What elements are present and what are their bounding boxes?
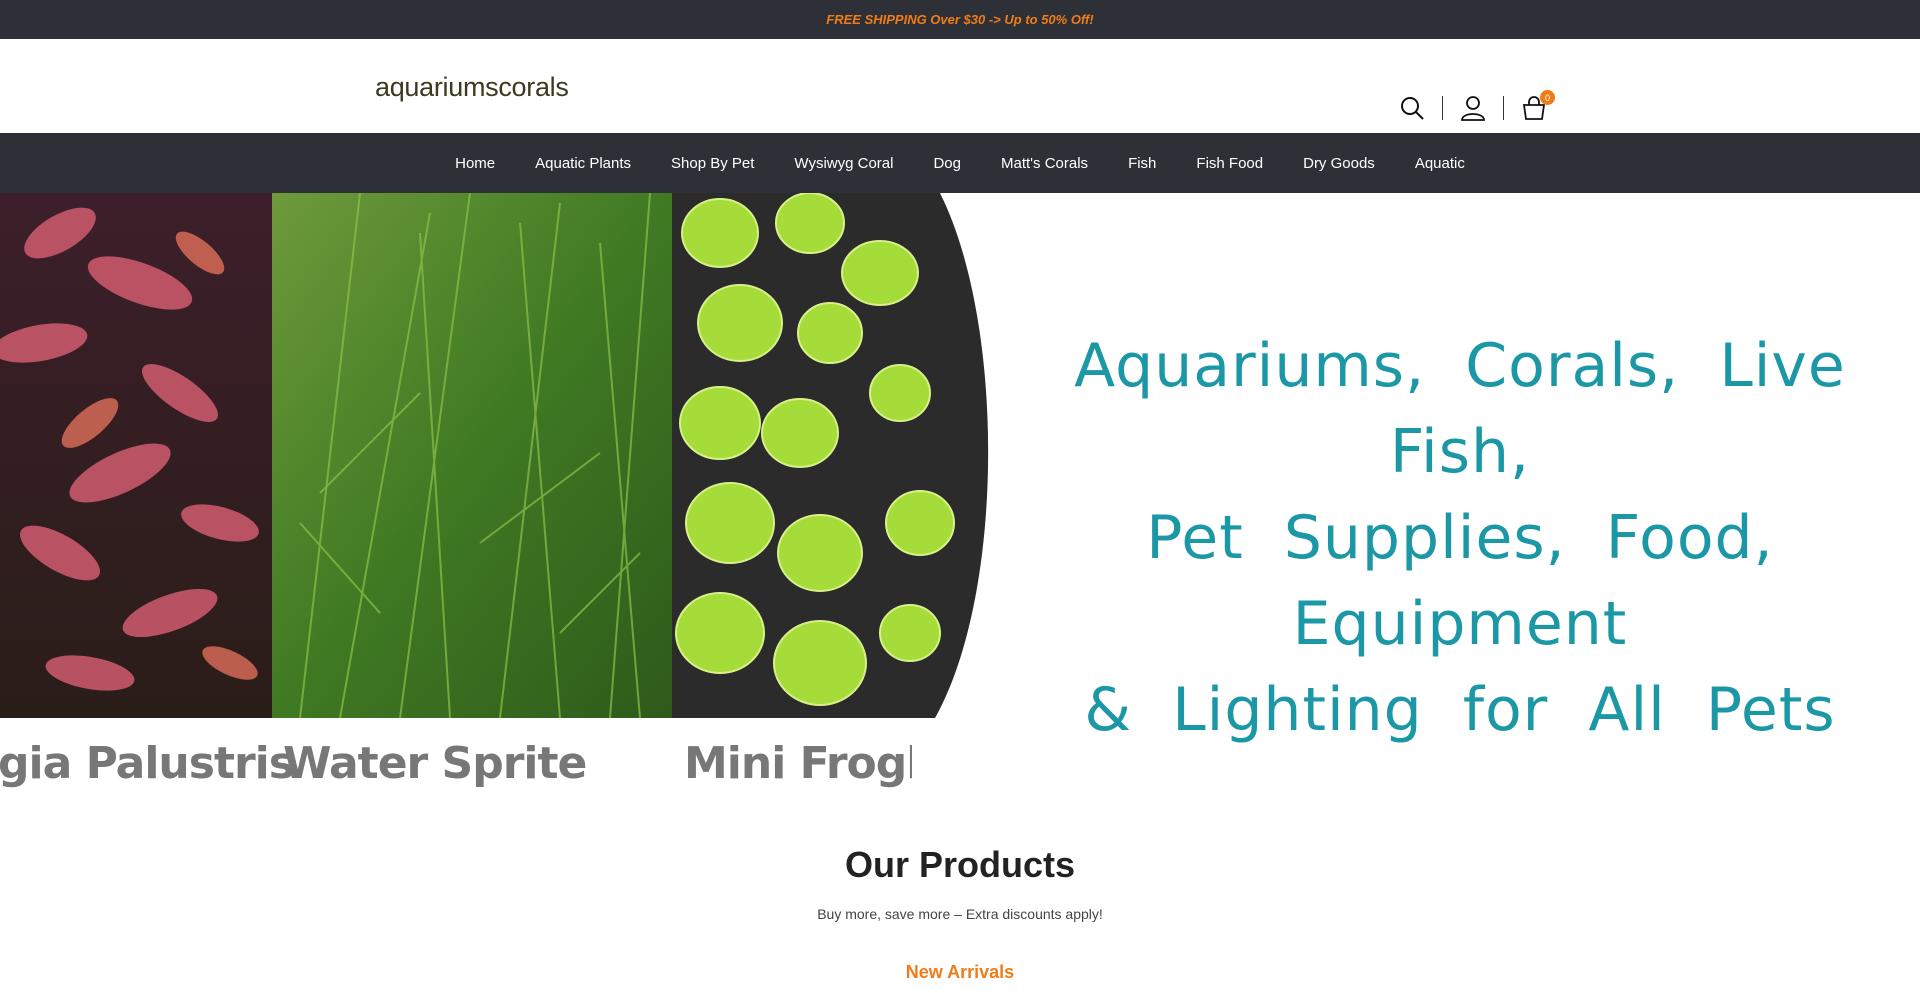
- tab-new-arrivals[interactable]: New Arrivals: [906, 962, 1014, 983]
- divider: [1503, 96, 1504, 120]
- nav-item-dog[interactable]: Dog: [913, 155, 981, 172]
- nav-item-fish[interactable]: Fish: [1108, 155, 1176, 172]
- hero-line-1: Aquariums, Corals, Live Fish,: [1074, 331, 1846, 487]
- nav-item-aquatic[interactable]: Aquatic: [1395, 155, 1485, 172]
- products-title: Our Products: [844, 844, 1076, 885]
- search-button[interactable]: [1396, 92, 1428, 124]
- search-icon: [1401, 97, 1424, 120]
- nav-item-dry-goods[interactable]: Dry Goods: [1283, 155, 1395, 172]
- products-section: Our Products Buy more, save more – Extra…: [0, 838, 1920, 983]
- hero-headline: Aquariums, Corals, Live Fish, Pet Suppli…: [1010, 323, 1910, 753]
- hero-plants-image: [0, 193, 989, 718]
- nav-item-shop-by-pet[interactable]: Shop By Pet: [651, 155, 774, 172]
- main-nav: Home Aquatic Plants Shop By Pet Wysiwyg …: [0, 133, 1920, 193]
- divider: [1442, 96, 1443, 120]
- plant-label-water-sprite: Water Sprite: [283, 738, 587, 789]
- account-button[interactable]: [1457, 92, 1489, 124]
- cart-button[interactable]: 0: [1518, 90, 1555, 124]
- announcement-text: FREE SHIPPING Over $30 -> Up to 50% Off!: [826, 12, 1094, 27]
- nav-item-aquatic-plants[interactable]: Aquatic Plants: [515, 155, 651, 172]
- hero-line-3: & Lighting for All Pets: [1084, 675, 1836, 745]
- plant-label-mini-frogbit: Mini Frogb: [684, 738, 912, 789]
- hero-line-2: Pet Supplies, Food, Equipment: [1146, 503, 1774, 659]
- nav-item-wysiwyg-coral[interactable]: Wysiwyg Coral: [774, 155, 913, 172]
- nav-item-home[interactable]: Home: [435, 155, 515, 172]
- announcement-bar: FREE SHIPPING Over $30 -> Up to 50% Off!: [0, 0, 1920, 39]
- nav-item-fish-food[interactable]: Fish Food: [1176, 155, 1283, 172]
- products-subtitle: Buy more, save more – Extra discounts ap…: [817, 906, 1103, 922]
- hero-banner[interactable]: Aquariums, Corals, Live Fish, Pet Suppli…: [0, 193, 1920, 823]
- user-icon: [1461, 96, 1485, 121]
- plant-label-ludwigia: gia Palustris: [0, 738, 295, 789]
- site-logo[interactable]: aquariumscorals: [375, 72, 569, 103]
- nav-item-matts-corals[interactable]: Matt's Corals: [981, 155, 1108, 172]
- site-header: aquariumscorals 0: [0, 39, 1920, 133]
- cart-count-badge: 0: [1540, 90, 1555, 105]
- header-actions: 0: [1396, 90, 1555, 124]
